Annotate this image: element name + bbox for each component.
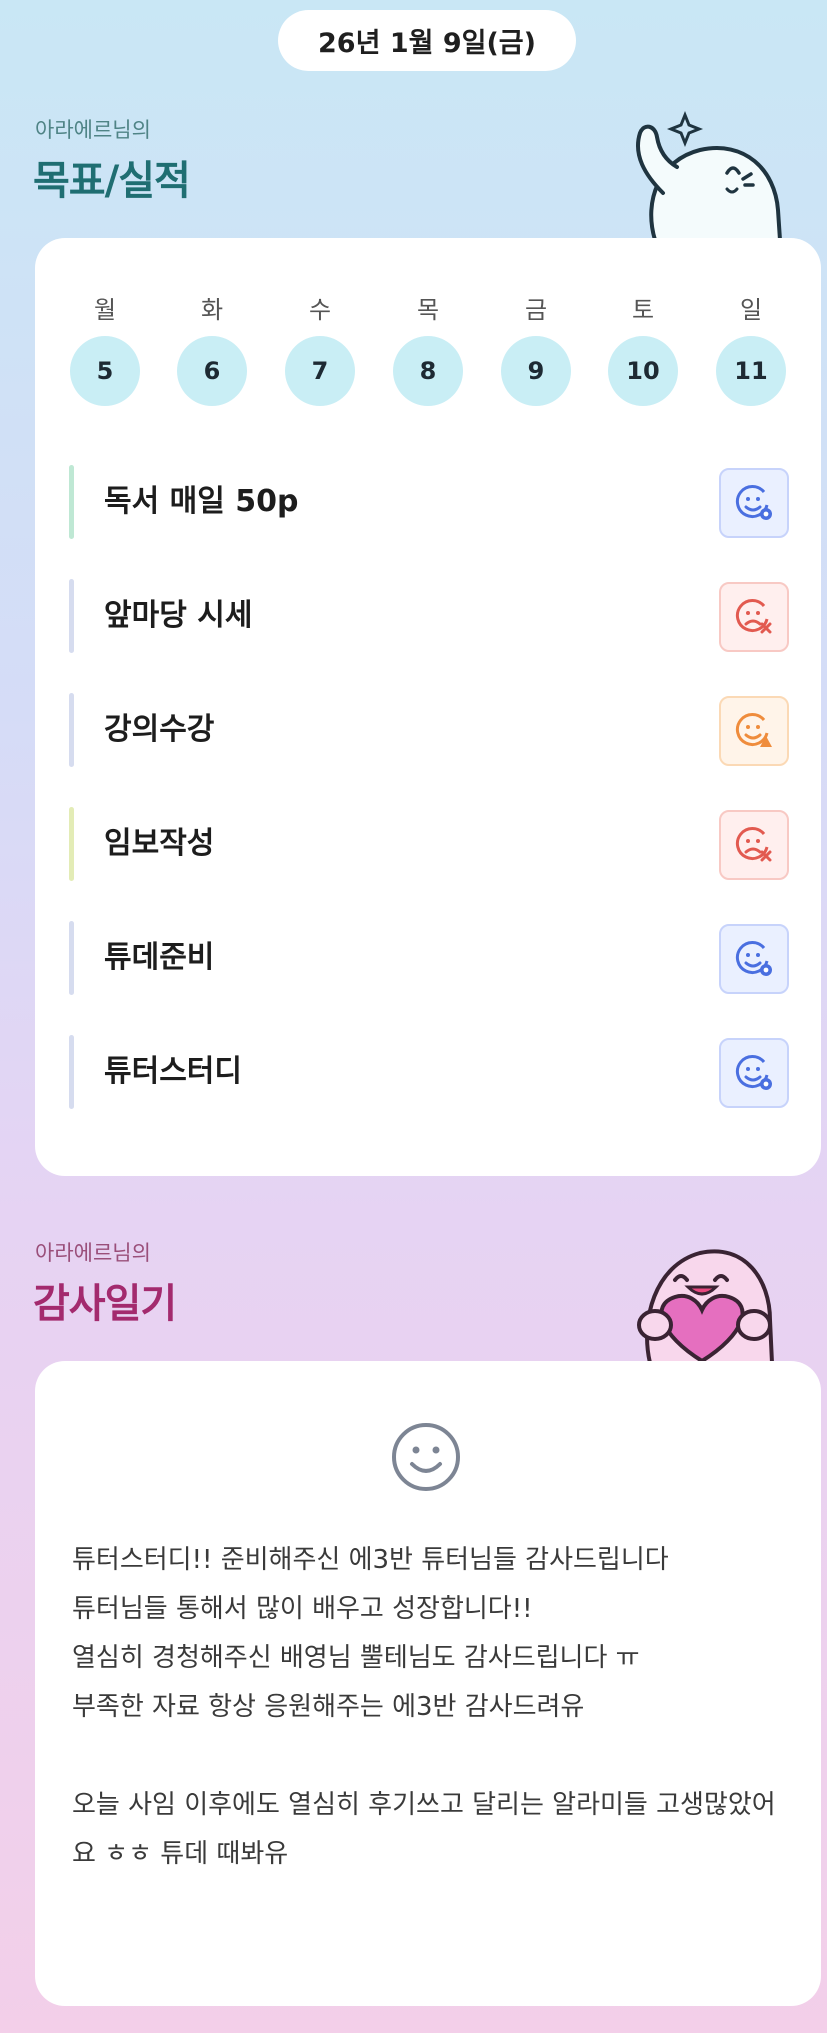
- day-sun[interactable]: 일 11: [716, 290, 786, 406]
- goal-accent-bar: [69, 579, 74, 653]
- sad-x-icon: [735, 599, 772, 634]
- date-pill[interactable]: 26년 1월 9일(금): [278, 10, 576, 71]
- goal-label: 독서 매일 50p: [104, 484, 299, 519]
- gratitude-section-subtitle: 아라에르님의: [35, 1241, 151, 1265]
- goal-status-button[interactable]: [719, 468, 789, 538]
- goal-row[interactable]: 앞마당 시세: [69, 579, 789, 653]
- day-number: 11: [716, 336, 786, 406]
- goals-section-subtitle: 아라에르님의: [35, 118, 151, 142]
- goal-accent-bar: [69, 807, 74, 881]
- day-number: 5: [70, 336, 140, 406]
- smile-check-icon: [735, 1055, 772, 1090]
- goal-row[interactable]: 튜터스터디: [69, 1035, 789, 1109]
- goal-label: 앞마당 시세: [104, 598, 253, 633]
- sad-x-icon: [735, 827, 772, 862]
- goal-accent-bar: [69, 693, 74, 767]
- goal-status-button[interactable]: [719, 696, 789, 766]
- goal-status-button[interactable]: [719, 924, 789, 994]
- day-number: 8: [393, 336, 463, 406]
- day-label: 화: [200, 296, 224, 324]
- day-tue[interactable]: 화 6: [177, 290, 247, 406]
- day-number: 10: [608, 336, 678, 406]
- goal-status-button[interactable]: [719, 582, 789, 652]
- smile-check-icon: [735, 941, 772, 976]
- day-label: 금: [524, 296, 548, 324]
- goal-label: 튜데준비: [104, 940, 215, 975]
- day-label: 토: [631, 296, 655, 324]
- goal-row[interactable]: 튜데준비: [69, 921, 789, 995]
- day-mon[interactable]: 월 5: [70, 290, 140, 406]
- goal-status-button[interactable]: [719, 810, 789, 880]
- goal-row[interactable]: 임보작성: [69, 807, 789, 881]
- smile-triangle-icon: [735, 713, 772, 747]
- date-label: 26년 1월 9일(금): [318, 28, 536, 59]
- goals-card: 월 5 화 6 수 7 목 8 금 9 토 10 일 11 독서 매일 50p …: [35, 238, 821, 1176]
- smile-face-icon: [392, 1423, 460, 1491]
- day-sat[interactable]: 토 10: [608, 290, 678, 406]
- goal-accent-bar: [69, 921, 74, 995]
- day-number: 6: [177, 336, 247, 406]
- goals-section-title: 목표/실적: [33, 158, 191, 204]
- day-number: 7: [285, 336, 355, 406]
- day-label: 목: [416, 296, 440, 324]
- goal-status-button[interactable]: [719, 1038, 789, 1108]
- day-fri[interactable]: 금 9: [501, 290, 571, 406]
- goal-row[interactable]: 독서 매일 50p: [69, 465, 789, 539]
- gratitude-section-title: 감사일기: [33, 1281, 177, 1327]
- day-label: 월: [93, 296, 117, 324]
- day-label: 일: [739, 296, 763, 324]
- goal-label: 강의수강: [104, 712, 215, 747]
- gratitude-card: 튜터스터디!! 준비해주신 에3반 튜터님들 감사드립니다 튜터님들 통해서 많…: [35, 1361, 821, 2006]
- gratitude-diary-text: 튜터스터디!! 준비해주신 에3반 튜터님들 감사드립니다 튜터님들 통해서 많…: [72, 1545, 776, 1869]
- smile-check-icon: [735, 485, 772, 520]
- goal-row[interactable]: 강의수강: [69, 693, 789, 767]
- goal-accent-bar: [69, 1035, 74, 1109]
- day-number: 9: [501, 336, 571, 406]
- day-label: 수: [308, 296, 332, 324]
- goal-label: 임보작성: [104, 826, 215, 861]
- goal-label: 튜터스터디: [104, 1054, 242, 1089]
- mood-button[interactable]: [390, 1421, 462, 1493]
- goal-accent-bar: [69, 465, 74, 539]
- day-wed[interactable]: 수 7: [285, 290, 355, 406]
- ghost-heart-mascot-illustration: [637, 1249, 775, 1363]
- day-thu[interactable]: 목 8: [393, 290, 463, 406]
- ghost-mascot-illustration: [636, 110, 783, 240]
